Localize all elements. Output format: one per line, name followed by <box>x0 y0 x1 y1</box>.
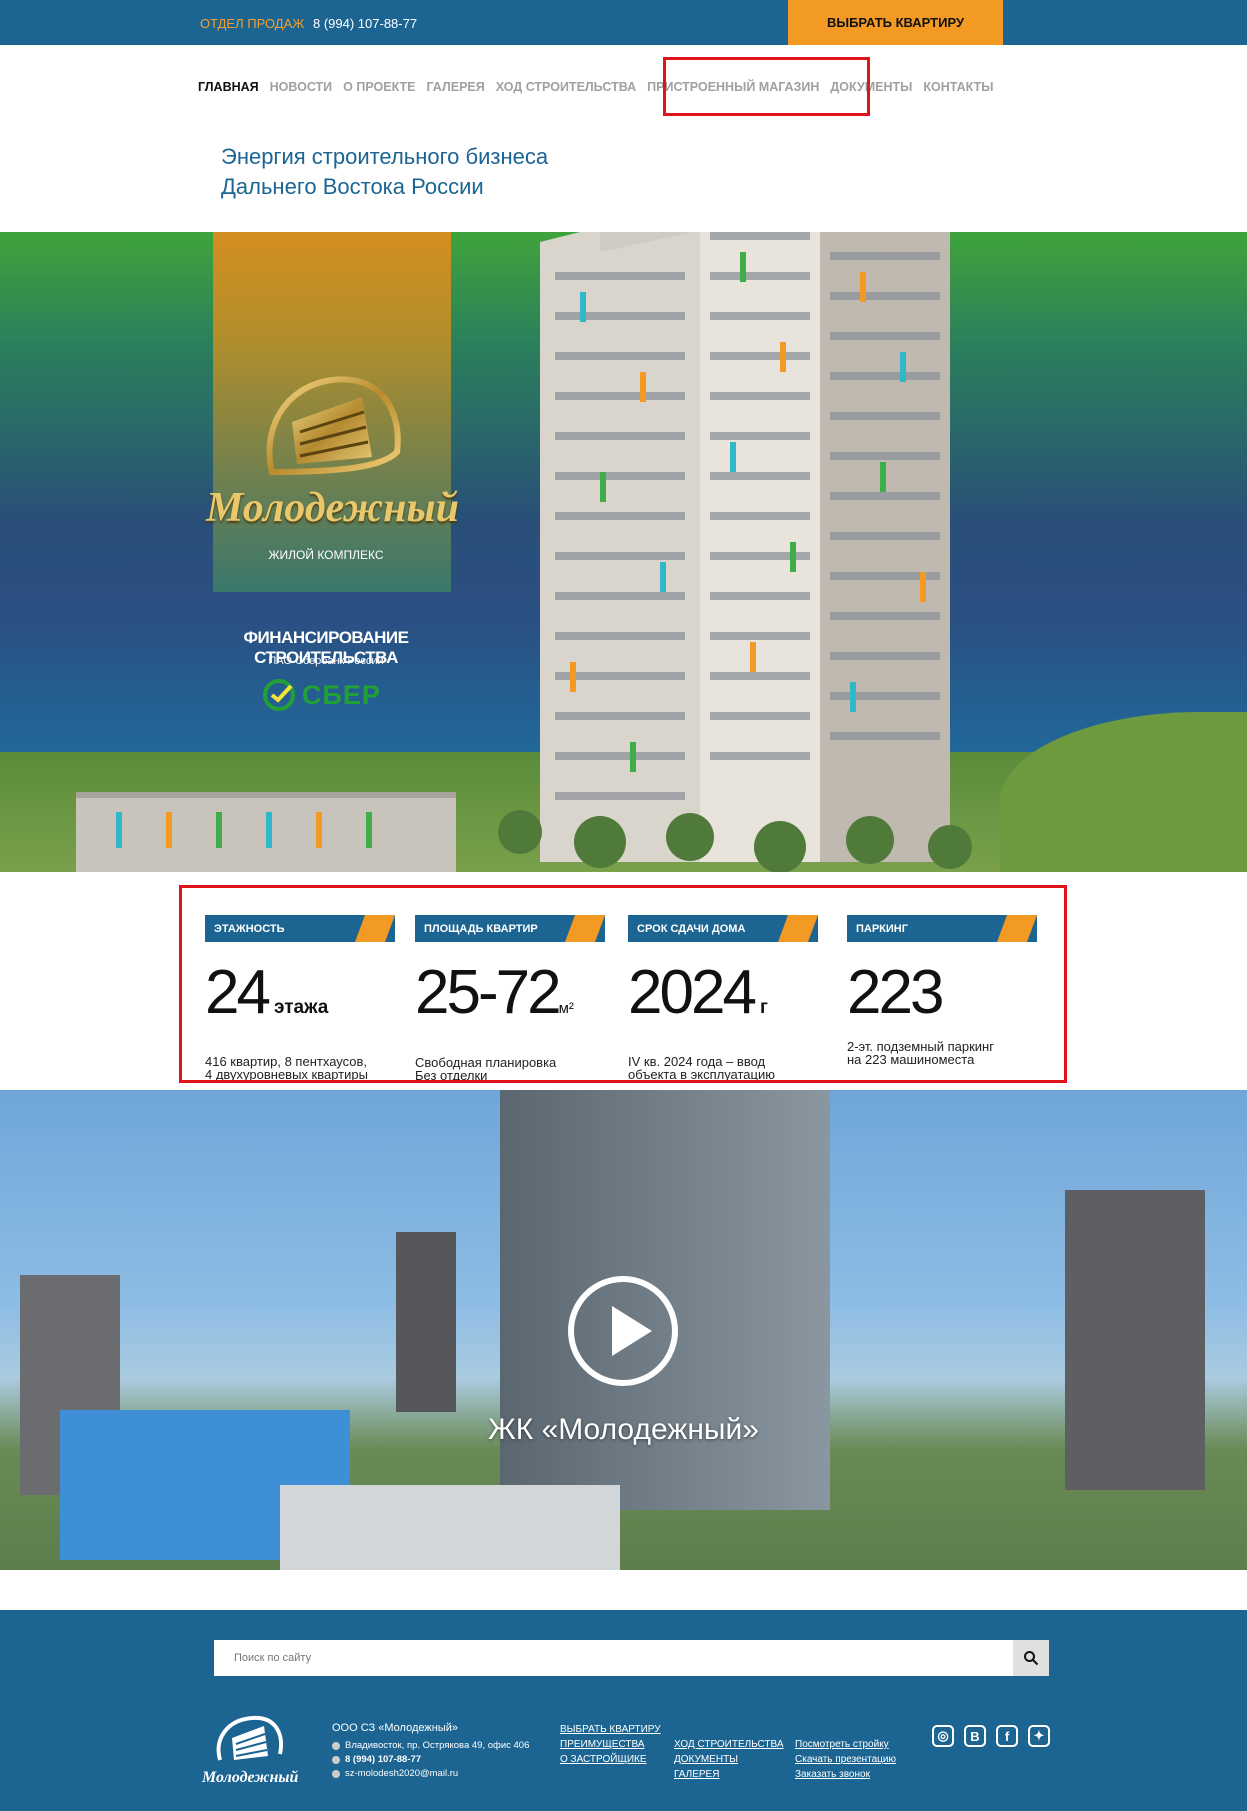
hero-low-building <box>76 792 456 872</box>
footer-links-col1: ВЫБРАТЬ КВАРТИРУ ПРЕИМУЩЕСТВА О ЗАСТРОЙЩ… <box>560 1722 661 1767</box>
nav-documents[interactable]: ДОКУМЕНТЫ <box>830 80 912 94</box>
footer-link-watch[interactable]: Посмотреть стройку <box>795 1737 896 1752</box>
nav-about[interactable]: О ПРОЕКТЕ <box>343 80 415 94</box>
video-title: ЖК «Молодежный» <box>488 1413 759 1446</box>
tagline-line2: Дальнего Востока России <box>221 174 484 199</box>
footer-link-advantages[interactable]: ПРЕИМУЩЕСТВА <box>560 1737 661 1752</box>
sber-text: СБЕР <box>302 679 381 710</box>
stat-parking-label: ПАРКИНГ <box>856 922 908 935</box>
social-links: ◎ B f ✦ <box>932 1725 1050 1747</box>
video-block[interactable]: ЖК «Молодежный» <box>0 1090 1247 1570</box>
search-button[interactable] <box>1013 1640 1049 1676</box>
footer-link-developer[interactable]: О ЗАСТРОЙЩИКЕ <box>560 1752 661 1767</box>
residential-tower-image <box>498 232 972 872</box>
footer-link-gallery[interactable]: ГАЛЕРЕЯ <box>674 1767 784 1782</box>
video-building-mid <box>396 1232 456 1412</box>
sales-label: ОТДЕЛ ПРОДАЖ <box>200 16 305 31</box>
stat-floors-value: 24 <box>205 958 271 1027</box>
stat-deadline-desc: IV кв. 2024 года – ввод объекта в эксплу… <box>628 1054 775 1082</box>
sber-check-icon <box>263 679 295 711</box>
nav-home[interactable]: ГЛАВНАЯ <box>198 80 259 94</box>
mail-icon <box>332 1769 340 1778</box>
play-button[interactable] <box>568 1276 678 1386</box>
bank-name: ПАО Сбербанк России <box>268 655 384 667</box>
tagline: Энергия строительного бизнеса Дальнего В… <box>221 142 548 202</box>
footer-link-presentation[interactable]: Скачать презентацию <box>795 1752 896 1767</box>
stat-deadline-value: 2024 <box>628 958 757 1027</box>
stat-floors-unit: этажа <box>273 997 329 1018</box>
location-icon <box>332 1741 340 1750</box>
stat-area-unit: м² <box>558 1000 574 1017</box>
sber-logo: СБЕР <box>262 678 381 712</box>
top-bar: ОТДЕЛ ПРОДАЖ 8 (994) 107-88-77 ВЫБРАТЬ К… <box>0 0 1247 45</box>
site-search <box>214 1640 1049 1676</box>
stat-parking-desc: 2-эт. подземный паркинг на 223 машиномес… <box>847 1039 994 1067</box>
phone-icon <box>332 1755 340 1764</box>
nav-news[interactable]: НОВОСТИ <box>270 80 333 94</box>
company-name: ООО СЗ «Молодежный» <box>332 1722 458 1734</box>
facebook-icon[interactable]: f <box>996 1725 1018 1747</box>
stat-parking-value: 223 <box>847 958 944 1027</box>
stat-floors: ЭТАЖНОСТЬ 24 этажа 416 квартир, 8 пентхау… <box>205 915 395 1081</box>
footer: Молодежный ООО СЗ «Молодежный» Владивост… <box>0 1610 1247 1811</box>
footer-link-callback[interactable]: Заказать звонок <box>795 1767 896 1782</box>
footer-link-construction[interactable]: ХОД СТРОИТЕЛЬСТВА <box>674 1737 784 1752</box>
molodezhny-logo-emblem <box>266 376 401 476</box>
nav-shop[interactable]: ПРИСТРОЕННЫЙ МАГАЗИН <box>647 80 819 94</box>
search-icon <box>1024 1651 1039 1666</box>
stat-area-desc: Свободная планировка Без отделки <box>415 1055 557 1083</box>
video-low-building <box>280 1485 620 1570</box>
footer-link-documents[interactable]: ДОКУМЕНТЫ <box>674 1752 784 1767</box>
stat-area: ПЛОЩАДЬ КВАРТИР 25-72м² Свободная планир… <box>415 915 605 1082</box>
stat-area-value: 25-72 <box>415 958 562 1027</box>
nav-construction[interactable]: ХОД СТРОИТЕЛЬСТВА <box>496 80 636 94</box>
twitter-icon[interactable]: ✦ <box>1028 1725 1050 1747</box>
footer-logo-emblem <box>216 1715 283 1761</box>
logo-subtitle: ЖИЛОЙ КОМПЛЕКС <box>268 548 384 562</box>
footer-link-choose[interactable]: ВЫБРАТЬ КВАРТИРУ <box>560 1722 661 1737</box>
search-input[interactable] <box>214 1640 1013 1676</box>
stat-floors-label: ЭТАЖНОСТЬ <box>214 922 285 935</box>
stat-area-label: ПЛОЩАДЬ КВАРТИР <box>424 922 538 935</box>
sales-phone[interactable]: 8 (994) 107-88-77 <box>313 16 417 31</box>
footer-logo[interactable]: Молодежный <box>202 1714 299 1786</box>
company-email[interactable]: sz-molodesh2020@mail.ru <box>345 1768 458 1779</box>
hero-banner: Молодежный ЖИЛОЙ КОМПЛЕКС ФИНАНСИРОВАНИЕ… <box>0 232 1247 872</box>
main-nav: ГЛАВНАЯ НОВОСТИ О ПРОЕКТЕ ГАЛЕРЕЯ ХОД СТ… <box>198 80 1004 94</box>
key-stats: ЭТАЖНОСТЬ 24 этажа 416 квартир, 8 пентхау… <box>179 888 1066 1082</box>
company-phone[interactable]: 8 (994) 107-88-77 <box>345 1754 421 1765</box>
nav-contacts[interactable]: КОНТАКТЫ <box>923 80 993 94</box>
footer-links-col2: ХОД СТРОИТЕЛЬСТВА ДОКУМЕНТЫ ГАЛЕРЕЯ <box>674 1737 784 1782</box>
company-address: Владивосток, пр. Острякова 49, офис 406 <box>345 1740 530 1751</box>
nav-gallery[interactable]: ГАЛЕРЕЯ <box>427 80 485 94</box>
choose-apartment-button[interactable]: ВЫБРАТЬ КВАРТИРУ <box>788 0 1003 45</box>
stat-floors-desc: 416 квартир, 8 пентхаусов, 4 двухуровнев… <box>205 1054 368 1082</box>
instagram-icon[interactable]: ◎ <box>932 1725 954 1747</box>
stat-deadline: СРОК СДАЧИ ДОМА 2024 г IV кв. 2024 года –… <box>628 915 818 1081</box>
footer-logo-text: Молодежный <box>202 1769 299 1786</box>
footer-links-col3: Посмотреть стройку Скачать презентацию З… <box>795 1737 896 1782</box>
stat-deadline-label: СРОК СДАЧИ ДОМА <box>637 922 746 935</box>
vk-icon[interactable]: B <box>964 1725 986 1747</box>
stat-deadline-unit: г <box>759 997 768 1018</box>
logo-name: Молодежный <box>206 485 459 531</box>
company-info: ООО СЗ «Молодежный» Владивосток, пр. Ост… <box>332 1722 529 1779</box>
tagline-line1: Энергия строительного бизнеса <box>221 144 549 169</box>
stat-parking: ПАРКИНГ 223 2-эт. подземный паркинг на 2… <box>847 915 1037 1066</box>
